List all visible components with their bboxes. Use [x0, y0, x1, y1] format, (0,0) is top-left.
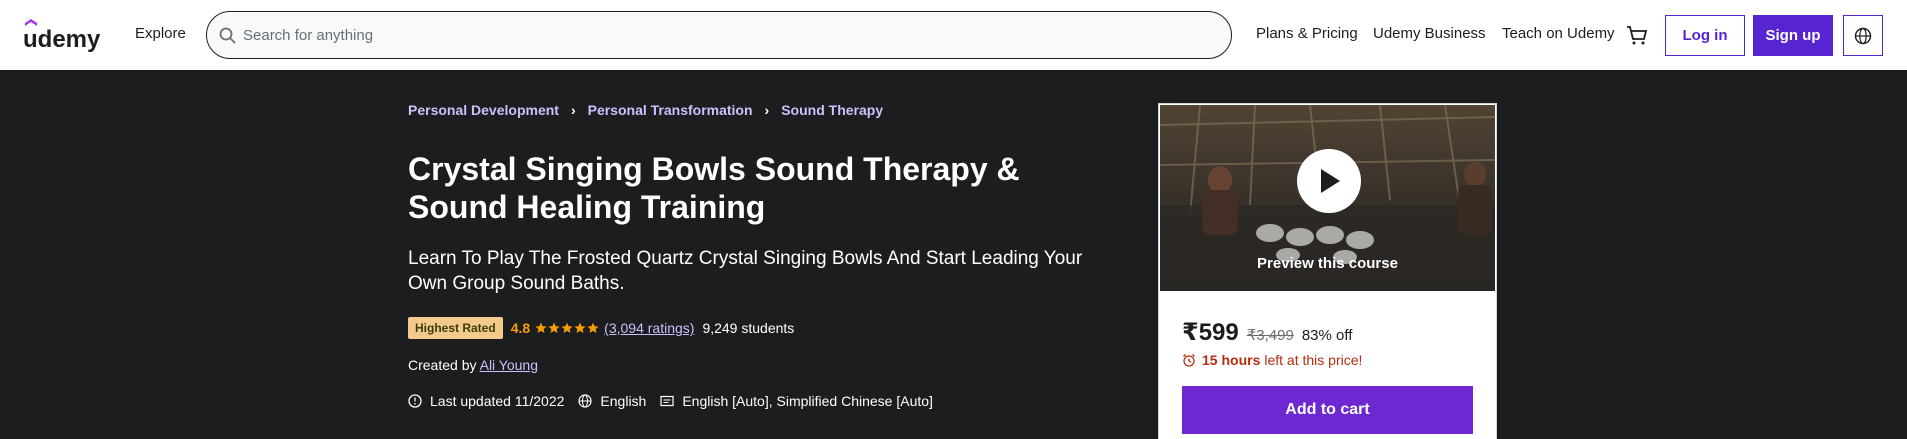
teach-on-udemy-link[interactable]: Teach on Udemy [1502, 25, 1615, 42]
language: English [578, 393, 646, 409]
last-updated-text: Last updated 11/2022 [430, 393, 565, 409]
globe-icon [578, 394, 593, 408]
logo-text: udemy [23, 26, 101, 52]
star-icon [561, 322, 573, 333]
chevron-right-icon: › [764, 102, 770, 118]
star-rating [535, 322, 600, 334]
udemy-business-link[interactable]: Udemy Business [1373, 25, 1486, 42]
breadcrumb-personal-development[interactable]: Personal Development [408, 102, 559, 118]
created-by-label: Created by [408, 357, 477, 373]
language-button[interactable] [1843, 15, 1883, 56]
add-to-cart-button[interactable]: Add to cart [1182, 386, 1473, 434]
rating-row: Highest Rated 4.8 (3,094 ratings) 9,249 … [408, 317, 794, 339]
students-count: 9,249 students [702, 320, 795, 336]
current-price: ₹599 [1182, 319, 1239, 346]
price-row: ₹599 ₹3,499 83% off [1182, 318, 1352, 347]
clock-alert-icon [408, 394, 422, 408]
login-button[interactable]: Log in [1665, 15, 1745, 56]
breadcrumb: Personal Development › Personal Transfor… [408, 102, 883, 118]
timer-hours: 15 hours [1202, 352, 1261, 368]
language-text: English [600, 393, 647, 409]
search-input[interactable] [243, 12, 1213, 58]
signup-button[interactable]: Sign up [1753, 15, 1833, 56]
plans-pricing-link[interactable]: Plans & Pricing [1256, 25, 1358, 42]
star-icon [574, 322, 586, 333]
cart-icon[interactable] [1625, 24, 1649, 46]
captions: English [Auto], Simplified Chinese [Auto… [660, 393, 933, 409]
discount-percent: 83% off [1301, 327, 1353, 344]
closed-captions-icon [660, 395, 674, 407]
star-icon [587, 322, 599, 333]
course-preview[interactable]: Preview this course [1160, 105, 1495, 291]
star-icon [548, 322, 560, 333]
udemy-logo[interactable]: udemy [23, 16, 115, 52]
sale-timer: 15 hours left at this price! [1182, 352, 1362, 368]
rating-value: 4.8 [510, 320, 531, 336]
timer-text: left at this price! [1264, 352, 1363, 368]
play-icon [1321, 169, 1340, 193]
ratings-count-link[interactable]: (3,094 ratings) [604, 320, 694, 336]
original-price: ₹3,499 [1246, 327, 1294, 344]
play-button[interactable] [1297, 149, 1361, 213]
globe-icon [1854, 27, 1872, 44]
chevron-right-icon: › [570, 102, 576, 118]
explore-link[interactable]: Explore [135, 25, 186, 42]
course-subtitle: Learn To Play The Frosted Quartz Crystal… [408, 248, 1083, 294]
search-icon [219, 27, 236, 44]
breadcrumb-sound-therapy[interactable]: Sound Therapy [781, 102, 883, 118]
last-updated: Last updated 11/2022 [408, 393, 564, 409]
course-meta: Last updated 11/2022 English English [Au… [408, 393, 947, 409]
highest-rated-badge: Highest Rated [408, 317, 503, 339]
preview-label: Preview this course [1257, 255, 1398, 272]
created-by: Created by Ali Young [408, 357, 538, 373]
alarm-clock-icon [1183, 354, 1195, 367]
top-header: udemy Explore Plans & Pricing Udemy Busi… [0, 0, 1907, 70]
purchase-card: Preview this course ₹599 ₹3,499 83% off … [1158, 103, 1497, 439]
author-link[interactable]: Ali Young [480, 357, 538, 373]
search-bar[interactable] [206, 11, 1232, 59]
breadcrumb-personal-transformation[interactable]: Personal Transformation [588, 102, 753, 118]
captions-text: English [Auto], Simplified Chinese [Auto… [682, 393, 933, 409]
course-title: Crystal Singing Bowls Sound Therapy & So… [408, 151, 1020, 225]
star-icon [535, 322, 547, 333]
